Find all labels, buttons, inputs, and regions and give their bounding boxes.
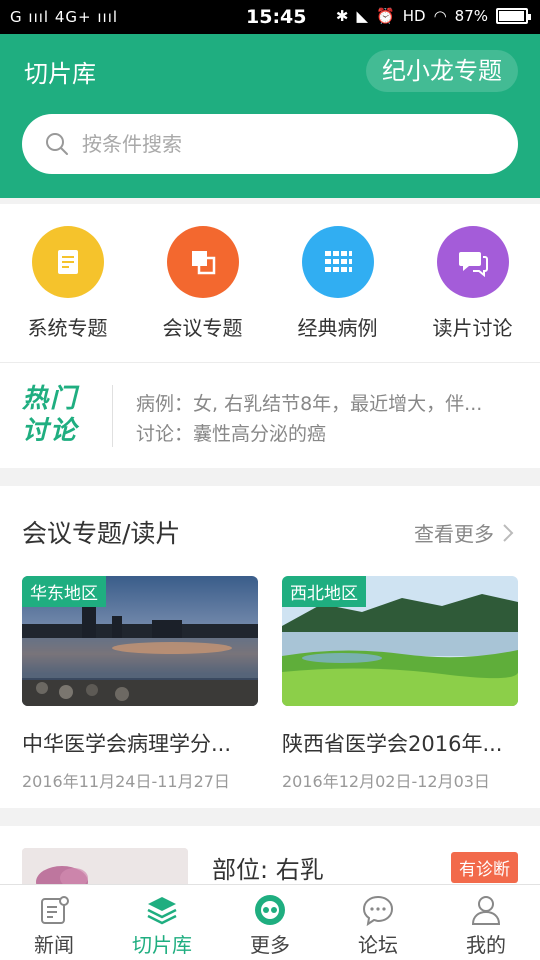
document-icon	[31, 226, 104, 298]
stack-icon	[147, 897, 177, 925]
section-title: 会议专题/读片	[22, 519, 181, 548]
search-input[interactable]	[82, 132, 462, 156]
user-icon	[471, 896, 501, 925]
clock: 15:45	[246, 6, 307, 28]
battery-percent: 87%	[454, 7, 488, 25]
hot-case-text: 病例：女, 右乳结节8年，最近增大，伴...	[136, 393, 483, 415]
grid-icon	[301, 226, 374, 298]
nav-more[interactable]: 更多	[216, 885, 324, 960]
meeting-card-image: 华东地区	[22, 576, 258, 706]
status-icons: ✱ ◣ ⏰ HD ◠ 87%	[335, 7, 531, 25]
carrier-text: G	[10, 8, 23, 26]
region-tag: 西北地区	[282, 576, 366, 607]
hot-logo-line2: 讨论	[22, 416, 79, 446]
nav-label: 更多	[250, 933, 290, 957]
meeting-section: 会议专题/读片 查看更多 华东地区 中华医学会病理学分... 2016年11月2…	[0, 486, 540, 808]
diagnosis-badge: 有诊断	[451, 852, 518, 883]
shortcut-classic-cases[interactable]: 经典病例	[270, 204, 405, 362]
more-icon	[255, 895, 285, 925]
mute-icon: ◣	[356, 7, 369, 25]
nav-forum[interactable]: 论坛	[324, 885, 432, 960]
bottom-nav: 新闻 切片库 更多 论坛 我的	[0, 884, 540, 960]
meeting-card[interactable]: 华东地区 中华医学会病理学分... 2016年11月24日-11月27日	[22, 576, 258, 792]
meeting-card-title: 中华医学会病理学分...	[22, 732, 232, 756]
view-more-link[interactable]: 查看更多	[414, 518, 514, 547]
meeting-card[interactable]: 西北地区 陕西省医学会2016年... 2016年12月02日-12月03日	[282, 576, 518, 792]
shortcut-label: 读片讨论	[432, 316, 513, 340]
hd-label: HD	[402, 7, 426, 25]
nav-mine[interactable]: 我的	[432, 885, 540, 960]
signal-indicator: G ıııl 4G+ ıııl	[10, 8, 118, 26]
layers-icon	[166, 226, 239, 298]
topic-button[interactable]: 纪小龙专题	[366, 50, 518, 92]
meeting-card-image: 西北地区	[282, 576, 518, 706]
view-more-label: 查看更多	[414, 522, 494, 546]
search-bar[interactable]	[22, 114, 518, 174]
bluetooth-icon: ✱	[335, 7, 349, 25]
nav-news[interactable]: 新闻	[0, 885, 108, 960]
network-type: 4G+	[54, 8, 92, 26]
nav-label: 我的	[466, 933, 506, 957]
chat-icon	[436, 226, 509, 298]
status-bar: G ıııl 4G+ ıııl 15:45 ✱ ◣ ⏰ HD ◠ 87%	[0, 0, 540, 34]
hot-logo-line1: 热门	[22, 384, 79, 414]
signal-bars-icon-2: ıııl	[97, 8, 119, 26]
nav-slide-library[interactable]: 切片库	[108, 885, 216, 960]
shortcut-system-topic[interactable]: 系统专题	[0, 204, 135, 362]
shortcut-label: 会议专题	[162, 316, 243, 340]
page-title: 切片库	[24, 60, 96, 88]
header: 切片库 纪小龙专题	[0, 34, 540, 198]
search-icon	[46, 133, 68, 155]
alarm-icon: ⏰	[376, 7, 395, 25]
wifi-icon: ◠	[433, 7, 447, 25]
divider	[112, 385, 113, 447]
nav-label: 新闻	[34, 933, 74, 957]
forum-icon	[362, 895, 394, 927]
case-thumbnail	[22, 848, 188, 888]
meeting-card-title: 陕西省医学会2016年...	[282, 732, 503, 756]
case-list-item[interactable]: 部位: 右乳 有诊断	[0, 826, 540, 888]
meeting-card-date: 2016年12月02日-12月03日	[282, 772, 490, 791]
nav-label: 论坛	[358, 933, 398, 957]
hot-discussion-text: 讨论：囊性高分泌的癌	[136, 423, 327, 445]
case-location: 部位: 右乳	[212, 856, 324, 884]
news-icon	[41, 896, 69, 924]
meeting-card-date: 2016年11月24日-11月27日	[22, 772, 230, 791]
shortcut-row: 系统专题 会议专题 经典病例 读片讨论	[0, 204, 540, 362]
hot-discussion[interactable]: 热门 讨论 病例：女, 右乳结节8年，最近增大，伴... 讨论：囊性高分泌的癌	[0, 362, 540, 468]
battery-icon	[496, 8, 531, 24]
chevron-right-icon	[503, 523, 514, 542]
shortcut-label: 系统专题	[27, 316, 108, 340]
shortcut-meeting-topic[interactable]: 会议专题	[135, 204, 270, 362]
nav-label: 切片库	[132, 933, 192, 957]
hot-discussion-logo: 热门 讨论	[22, 383, 94, 447]
signal-bars-icon: ıııl	[28, 8, 50, 26]
region-tag: 华东地区	[22, 576, 106, 607]
shortcut-reading-discussion[interactable]: 读片讨论	[405, 204, 540, 362]
shortcut-label: 经典病例	[297, 316, 378, 340]
